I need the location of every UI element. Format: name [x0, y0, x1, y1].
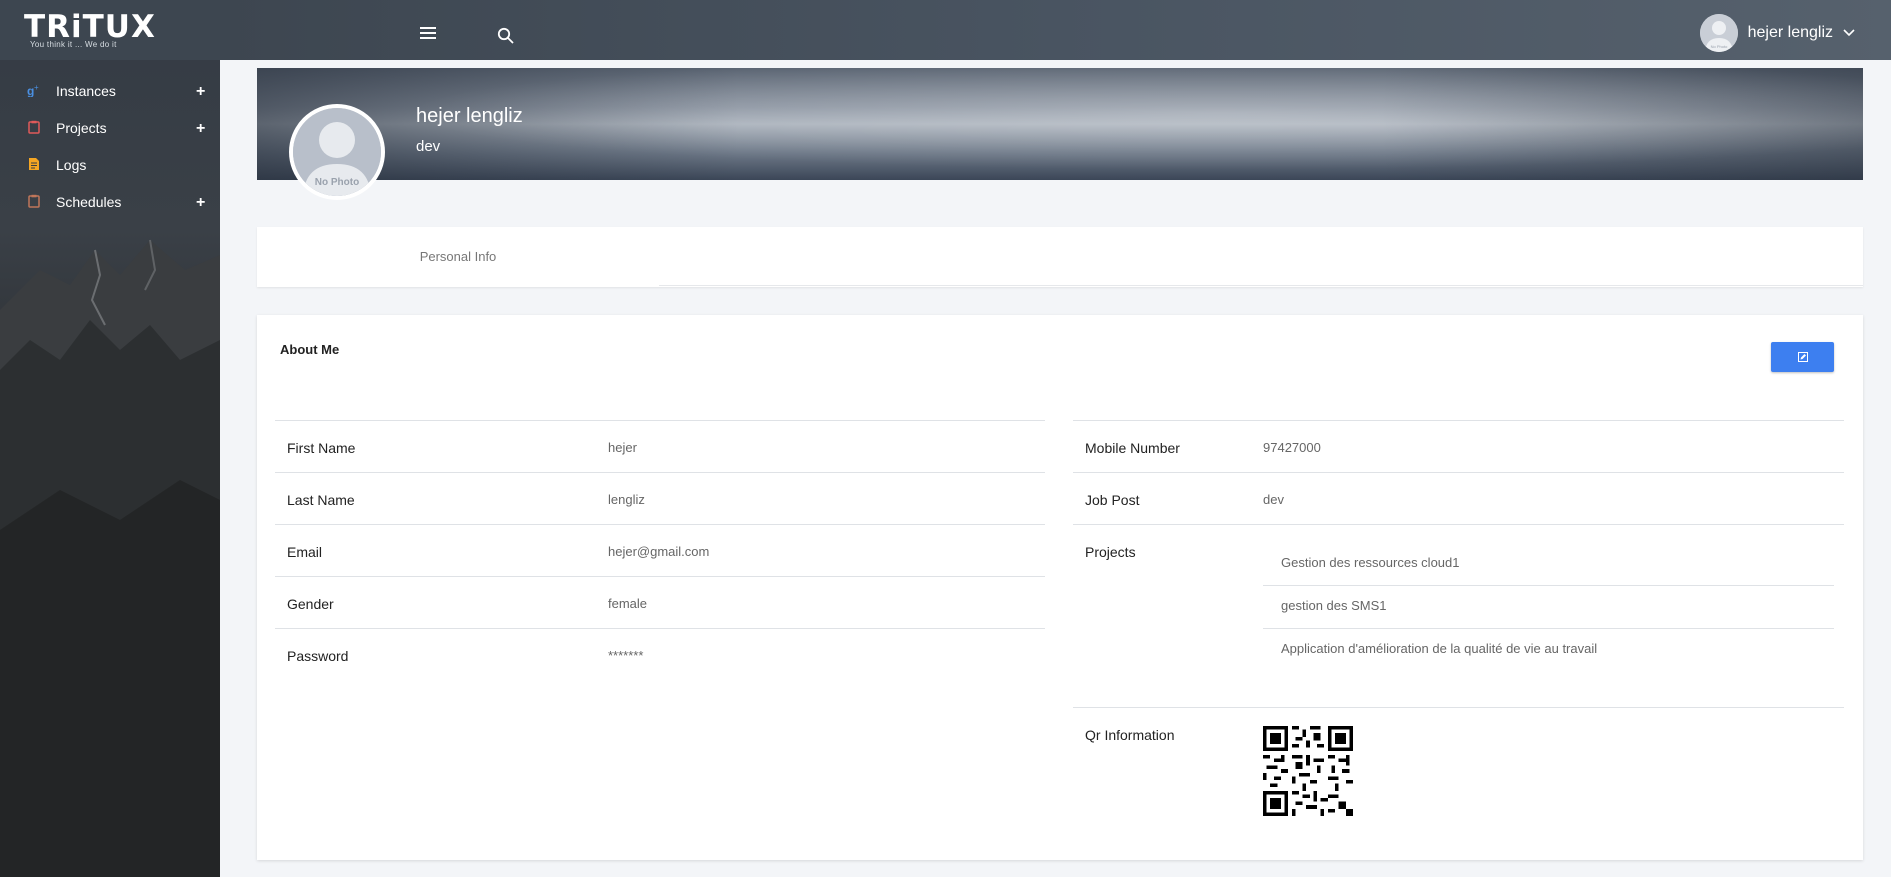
field-value: *******: [608, 648, 644, 663]
profile-avatar: No Photo: [289, 104, 385, 200]
section-title: About Me: [280, 342, 340, 357]
svg-text:No Photo: No Photo: [1710, 44, 1727, 49]
sidebar-item-schedules[interactable]: Schedules +: [0, 183, 220, 220]
field-label: Job Post: [1085, 492, 1140, 508]
info-row-email: Email hejer@gmail.com: [275, 524, 1045, 576]
topbar: No Photo hejer lengliz: [220, 0, 1891, 60]
edit-icon: [1797, 352, 1808, 362]
field-value: female: [608, 596, 648, 611]
sidebar-item-logs[interactable]: Logs: [0, 146, 220, 183]
field-label: Email: [287, 544, 323, 560]
clipboard-icon: [28, 194, 40, 208]
info-row-mobile-number: Mobile Number 97427000: [1073, 420, 1844, 472]
brand-tagline: You think it ... We do it: [30, 40, 117, 49]
avatar: No Photo: [1699, 14, 1738, 52]
field-label: Projects: [1085, 544, 1136, 560]
profile-tabs: Personal Info: [257, 227, 1863, 287]
info-row-last-name: Last Name lengliz: [275, 472, 1045, 524]
field-label: Gender: [287, 596, 334, 612]
sidebar: TRiTUX You think it ... We do it g + Ins…: [0, 0, 220, 877]
sidebar-item-instances[interactable]: g + Instances +: [0, 72, 220, 109]
about-right-column: Mobile Number 97427000 Job Post dev Proj…: [1073, 420, 1844, 828]
sidebar-item-label: Instances: [56, 83, 116, 99]
sidebar-background-image: [0, 239, 220, 877]
clipboard-icon: [28, 120, 40, 134]
sidebar-nav: g + Instances + Projects + Logs Schedule…: [0, 72, 220, 220]
field-label: Password: [287, 648, 349, 664]
edit-profile-button[interactable]: [1771, 342, 1834, 372]
tab-divider: [659, 285, 1863, 286]
svg-text:No Photo: No Photo: [315, 177, 359, 188]
field-value: hejer@gmail.com: [608, 544, 710, 559]
about-left-column: First Name hejer Last Name lengliz Email…: [275, 420, 1045, 680]
field-value: 97427000: [1263, 440, 1321, 455]
search-icon[interactable]: [497, 27, 515, 45]
qr-code-image: [1263, 726, 1353, 816]
field-label: Qr Information: [1085, 727, 1175, 743]
field-label: First Name: [287, 440, 356, 456]
about-me-card: About Me First Name hejer Last Name leng…: [257, 315, 1863, 860]
profile-name: hejer lengliz: [416, 105, 523, 127]
field-value: lengliz: [608, 492, 645, 507]
document-icon: [29, 158, 39, 170]
expand-plus-icon[interactable]: +: [196, 194, 205, 212]
list-item: Gestion des ressources cloud1: [1263, 543, 1834, 586]
info-row-password: Password *******: [275, 628, 1045, 680]
sidebar-item-label: Projects: [56, 120, 107, 136]
expand-plus-icon[interactable]: +: [196, 83, 205, 101]
user-placeholder-icon: No Photo: [293, 108, 381, 196]
logo-area: TRiTUX You think it ... We do it: [0, 0, 220, 60]
field-value: dev: [1263, 492, 1284, 507]
google-plus-icon: g +: [27, 83, 39, 97]
sidebar-item-label: Logs: [56, 157, 87, 173]
info-row-gender: Gender female: [275, 576, 1045, 628]
profile-role: dev: [416, 138, 441, 155]
field-label: Last Name: [287, 492, 355, 508]
list-item: gestion des SMS1: [1263, 586, 1834, 629]
chevron-down-icon: [1843, 29, 1855, 37]
info-row-qr: Qr Information: [1073, 708, 1844, 828]
field-label: Mobile Number: [1085, 440, 1180, 456]
user-menu[interactable]: No Photo hejer lengliz: [1699, 14, 1855, 52]
list-item: Application d'amélioration de la qualité…: [1281, 641, 1598, 656]
info-row-projects: Projects Gestion des ressources cloud1 g…: [1073, 524, 1844, 708]
field-value: hejer: [608, 440, 637, 455]
projects-list: Gestion des ressources cloud1 gestion de…: [1263, 543, 1834, 672]
user-name: hejer lengliz: [1747, 24, 1833, 41]
info-row-first-name: First Name hejer: [275, 420, 1045, 472]
tab-personal-info[interactable]: Personal Info: [257, 227, 659, 287]
svg-text:+: +: [34, 83, 39, 92]
info-row-job-post: Job Post dev: [1073, 472, 1844, 524]
sidebar-item-projects[interactable]: Projects +: [0, 109, 220, 146]
menu-toggle-icon[interactable]: [420, 27, 436, 39]
brand-logo[interactable]: TRiTUX: [24, 11, 156, 43]
expand-plus-icon[interactable]: +: [196, 120, 205, 138]
user-placeholder-icon: No Photo: [1699, 14, 1738, 52]
sidebar-item-label: Schedules: [56, 194, 122, 210]
